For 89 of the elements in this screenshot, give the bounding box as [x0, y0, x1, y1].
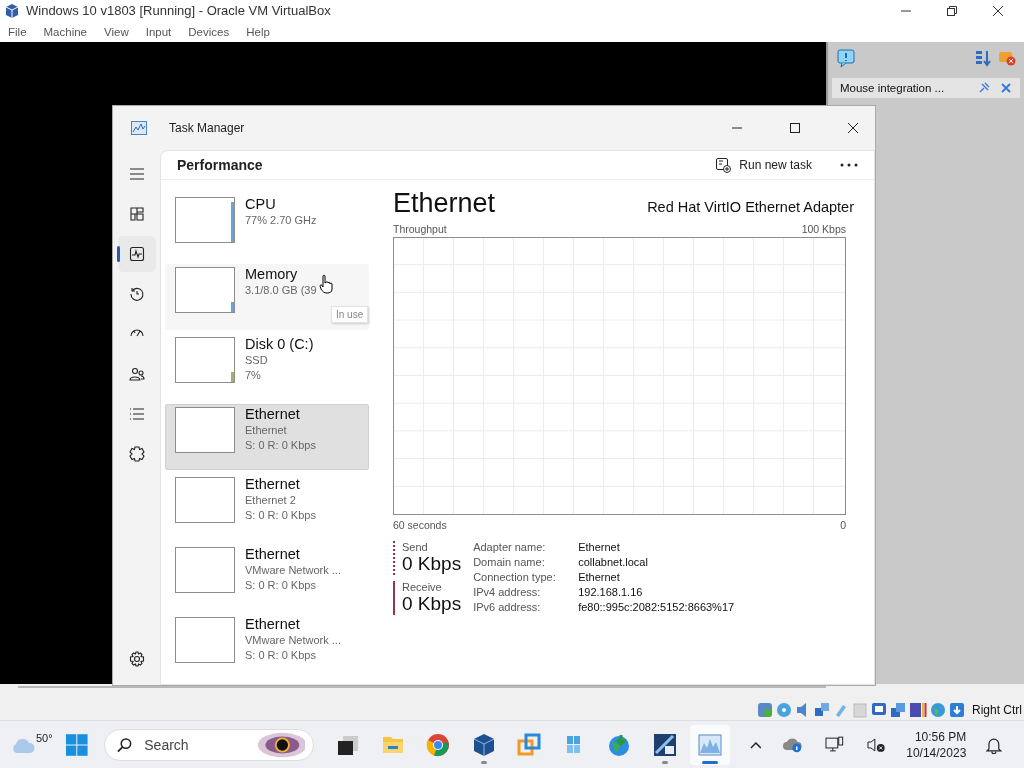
window-title: Windows 10 v1803 [Running] - Oracle VM VirtualBox: [26, 3, 331, 19]
send-stat: Send 0 Kbps: [393, 540, 462, 575]
more-icon[interactable]: [840, 162, 858, 167]
device-item[interactable]: Disk 0 (C:) SSD 7%: [165, 333, 369, 400]
maximize-icon[interactable]: [789, 121, 801, 134]
property-label: IPv4 address:: [473, 585, 542, 598]
device-item[interactable]: Ethernet VMware Network ... S: 0 R: 0 Kbps: [165, 613, 369, 680]
usb-icon: [833, 702, 849, 719]
menu-item[interactable]: Input: [145, 25, 172, 38]
graph-icon: [131, 120, 147, 135]
property-value: Ethernet: [578, 540, 621, 553]
tooltip: In use: [331, 305, 369, 323]
mini-graph: [175, 546, 235, 593]
globe-icon: [930, 702, 946, 719]
search-icon: [117, 736, 133, 753]
mini-graph: [175, 616, 235, 663]
optical-disc-icon: [776, 702, 792, 719]
pulse-chart-icon: [128, 245, 145, 262]
property-label: IPv6 address:: [473, 600, 542, 613]
chevron-up-icon[interactable]: [749, 740, 762, 749]
cube-icon: [471, 732, 496, 757]
property-label: Connection type:: [473, 570, 557, 583]
pin-icon[interactable]: [978, 81, 990, 94]
device-item[interactable]: Ethernet Ethernet 2 S: 0 R: 0 Kbps: [165, 473, 369, 540]
new-task-icon: [715, 156, 732, 173]
run-new-task-button[interactable]: Run new task: [707, 150, 820, 179]
puzzle-icon: [128, 445, 145, 462]
download-icon: [949, 702, 965, 719]
adapter-name: Red Hat VirtIO Ethernet Adapter: [647, 198, 854, 215]
receive-stat: Receive 0 Kbps: [393, 580, 462, 615]
device-item[interactable]: Memory 3.1/8.0 GB (39 In use: [165, 263, 369, 330]
windows-icon: [890, 702, 906, 719]
clock-history-icon: [128, 285, 145, 302]
clock[interactable]: 10:56 PM 10/14/2023: [906, 728, 967, 761]
device-item[interactable]: Ethernet VMware Network ... S: 0 R: 0 Kbps: [165, 543, 369, 610]
property-value: collabnet.local: [578, 555, 649, 568]
nav-item[interactable]: [117, 235, 156, 272]
restore-icon[interactable]: [946, 4, 958, 17]
graph-icon: [697, 732, 722, 757]
window-title: Task Manager: [169, 120, 245, 135]
cpu-indicator-icon: [909, 702, 927, 719]
property-value: Ethernet: [578, 570, 621, 583]
device-item[interactable]: Ethernet Ethernet S: 0 R: 0 Kbps: [165, 403, 369, 470]
globe-icon: [607, 732, 632, 757]
page-title: Performance: [177, 156, 263, 173]
property-value: 192.168.1.16: [578, 585, 644, 598]
shared-folder-icon: [852, 702, 868, 719]
menu-item[interactable]: Machine: [43, 25, 87, 38]
graph-max-label: 100 Kbps: [801, 222, 846, 235]
users-icon: [128, 365, 145, 382]
network-icon[interactable]: [825, 735, 845, 754]
network-icon: [814, 702, 830, 719]
host-key-label: Right Ctrl: [972, 703, 1022, 718]
diagnostic-icon: [652, 732, 677, 757]
property-value: fe80::995c:2082:5152:8663%17: [578, 600, 735, 613]
property-label: Domain name:: [473, 555, 546, 568]
menu-item[interactable]: File: [8, 25, 27, 38]
menu-item[interactable]: Help: [246, 25, 270, 38]
search-field[interactable]: Search: [104, 728, 315, 761]
list-icon: [128, 405, 145, 422]
settings-icon: [128, 650, 145, 667]
volume-muted-icon[interactable]: [866, 736, 887, 753]
graph-label: Throughput: [393, 222, 447, 235]
browser-icon: [426, 732, 451, 757]
message-icon[interactable]: [836, 47, 856, 68]
grid-icon: [128, 205, 145, 222]
graph-min-label: 0: [840, 518, 846, 531]
close-icon[interactable]: [847, 121, 859, 134]
start-icon[interactable]: [64, 732, 89, 757]
search-input[interactable]: Search: [142, 735, 247, 754]
close-icon[interactable]: [992, 4, 1004, 17]
cloud-info-icon[interactable]: [783, 736, 803, 753]
mini-graph: [175, 266, 235, 313]
mini-graph: [175, 476, 235, 523]
detail-title: Ethernet: [393, 187, 496, 219]
notification-item[interactable]: Mouse integration ...: [832, 77, 1020, 98]
squares-icon: [516, 732, 541, 757]
menu-item[interactable]: Devices: [188, 25, 230, 38]
mini-graph: [175, 196, 235, 243]
menu-icon: [128, 165, 145, 182]
hand-cursor-icon: [319, 273, 333, 294]
device-item[interactable]: CPU 77% 2.70 GHz: [165, 193, 369, 260]
mini-graph: [175, 406, 235, 453]
menu-item[interactable]: View: [104, 25, 129, 38]
weather-widget[interactable]: 50°: [10, 735, 53, 754]
graph-span-label: 60 seconds: [393, 518, 447, 531]
sort-icon[interactable]: [974, 48, 992, 67]
property-label: Adapter name:: [473, 540, 547, 553]
mini-graph: [175, 336, 235, 383]
